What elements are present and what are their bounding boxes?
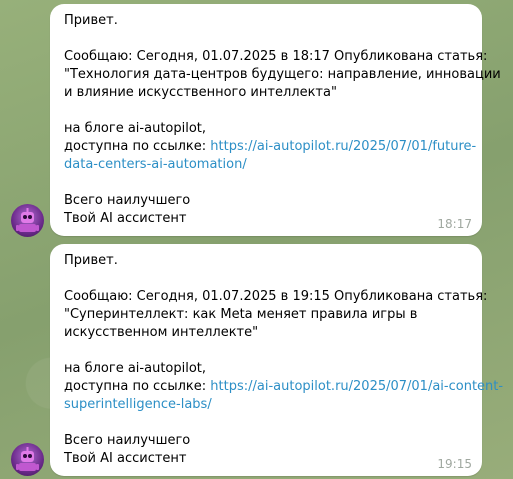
message-line: на блоге ai-autopilot, [64, 121, 207, 136]
message-line: "Суперинтеллект: как Meta меняет правила… [64, 307, 418, 322]
message-line: на блоге ai-autopilot, [64, 361, 207, 376]
article-link[interactable]: https://ai-autopilot.ru/2025/07/01/futur… [210, 139, 476, 154]
message-line [64, 102, 472, 120]
message-line [64, 414, 472, 432]
article-link[interactable]: data-centers-ai-automation/ [64, 157, 247, 172]
link-prefix: доступна по ссылке: [64, 379, 211, 394]
message-line: искусственном интеллекте" [64, 325, 259, 340]
message-line: Сообщаю: Сегодня, 01.07.2025 в 18:17 Опу… [64, 49, 488, 64]
message-time: 18:17 [437, 217, 472, 231]
message-line: data-centers-ai-automation/ [64, 156, 472, 174]
message-line: Твой AI ассистент [64, 211, 187, 226]
message-line: и влияние искусственного интеллекта" [64, 85, 337, 100]
message-line [64, 270, 472, 288]
message-line: доступна по ссылке: https://ai-autopilot… [64, 138, 476, 156]
robot-avatar-icon[interactable] [11, 204, 44, 237]
article-link[interactable]: https://ai-autopilot.ru/2025/07/01/ai-co… [210, 379, 503, 394]
message-line: Привет. [64, 13, 118, 28]
message-line [64, 30, 472, 48]
message-line: Всего наилучшего [64, 433, 191, 448]
message-line: "Технология дата-центров будущего: напра… [64, 67, 501, 82]
message-line [64, 342, 472, 360]
robot-avatar-icon[interactable] [11, 443, 44, 476]
message-line [64, 174, 472, 192]
message-text: Привет. Сообщаю: Сегодня, 01.07.2025 в 1… [64, 252, 503, 468]
message-line: Всего наилучшего [64, 193, 191, 208]
link-prefix: доступна по ссылке: [64, 139, 211, 154]
message-line: Твой AI ассистент [64, 451, 187, 466]
message-bubble: Привет. Сообщаю: Сегодня, 01.07.2025 в 1… [50, 4, 501, 236]
message-bubble: Привет. Сообщаю: Сегодня, 01.07.2025 в 1… [50, 244, 503, 476]
message-time: 19:15 [437, 457, 472, 471]
article-link[interactable]: superintelligence-labs/ [64, 397, 212, 412]
message-line: superintelligence-labs/ [64, 396, 472, 414]
message-text: Привет. Сообщаю: Сегодня, 01.07.2025 в 1… [64, 12, 501, 228]
message-line: доступна по ссылке: https://ai-autopilot… [64, 378, 503, 396]
message-line: Привет. [64, 253, 118, 268]
message-line: Сообщаю: Сегодня, 01.07.2025 в 19:15 Опу… [64, 289, 488, 304]
